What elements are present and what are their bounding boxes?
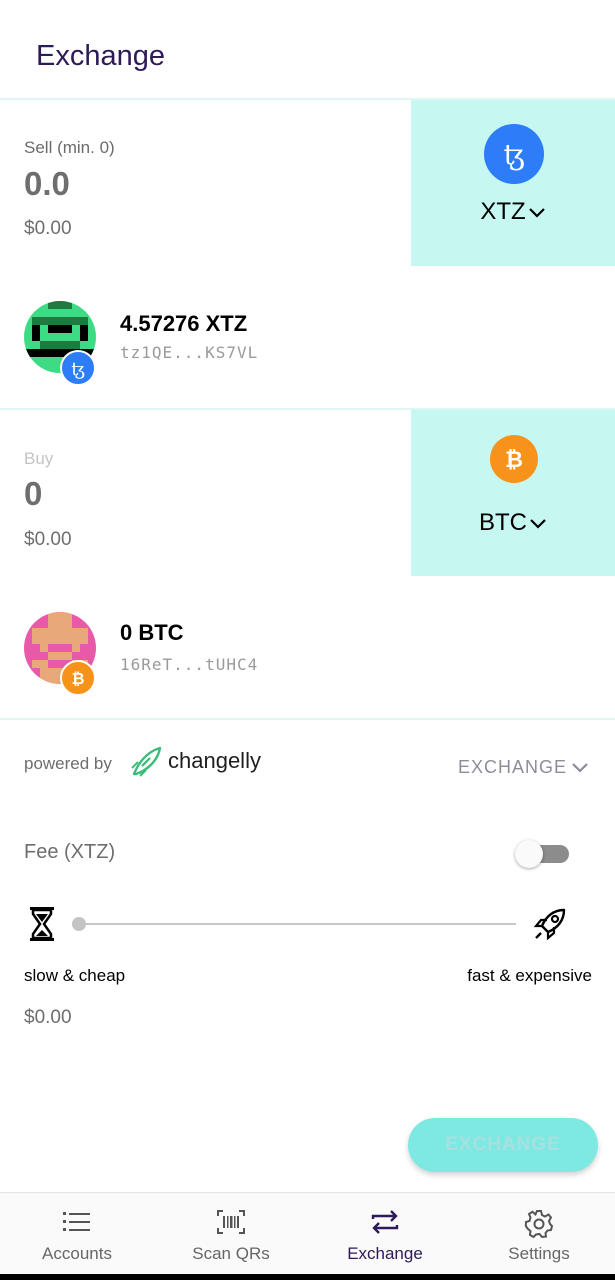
sell-amount-input[interactable]: 0.0 (24, 165, 70, 203)
hourglass-icon (30, 907, 54, 941)
rocket-icon (533, 908, 566, 941)
fee-label: Fee (XTZ) (24, 841, 116, 863)
fast-expensive-label: fast & expensive (467, 966, 592, 985)
tezos-badge-icon: ꜩ (60, 350, 96, 386)
sell-coin-selector[interactable]: ꜩ XTZ (411, 100, 615, 266)
buy-fiat-value: $0.00 (24, 529, 72, 550)
provider-select[interactable]: EXCHANGE (458, 757, 589, 778)
chevron-down-icon (528, 207, 545, 218)
nav-label-exchange: Exchange (347, 1244, 423, 1263)
changelly-name: changelly (168, 748, 261, 773)
sell-label: Sell (min. 0) (24, 138, 115, 157)
fee-toggle[interactable] (515, 838, 571, 868)
sell-coin-symbol: XTZ (480, 198, 526, 225)
sell-wallet-address: tz1QE...KS7VL (120, 343, 259, 362)
sell-fiat-value: $0.00 (24, 218, 72, 239)
svg-text:ꜩ: ꜩ (71, 359, 85, 379)
nav-item-accounts[interactable]: Accounts (0, 1193, 154, 1275)
nav-label-scan-qrs: Scan QRs (192, 1244, 270, 1263)
buy-amount-value: 0 (24, 475, 43, 512)
svg-text:₿: ₿ (71, 669, 84, 688)
toggle-thumb (515, 840, 543, 868)
tezos-icon: ꜩ (484, 124, 544, 184)
buy-coin-selector[interactable]: ₿ BTC (411, 410, 615, 576)
slider-track (80, 923, 516, 925)
powered-by-label: powered by (24, 754, 112, 773)
buy-wallet-address: 16ReT...tUHC4 (120, 655, 259, 674)
bitcoin-badge-icon: ₿ (60, 660, 96, 696)
chevron-down-icon (572, 762, 588, 773)
buy-coin-symbol: BTC (479, 509, 527, 536)
divider (0, 718, 615, 720)
barcode-icon (217, 1210, 245, 1234)
nav-label-accounts: Accounts (42, 1244, 112, 1263)
slider-thumb[interactable] (72, 917, 86, 931)
fee-slider[interactable] (72, 914, 516, 934)
buy-label: Buy (24, 449, 54, 468)
buy-wallet-balance: 0 BTC (120, 620, 184, 645)
bitcoin-icon: ₿ (490, 435, 538, 483)
fee-fiat-value: $0.00 (24, 1007, 72, 1028)
bottom-navigation: Accounts Scan QRs Exchange Settings (0, 1192, 615, 1274)
nav-item-exchange[interactable]: Exchange (308, 1193, 462, 1275)
changelly-rocket-icon (131, 746, 162, 777)
chevron-down-icon (530, 518, 546, 529)
nav-item-scan-qrs[interactable]: Scan QRs (154, 1193, 308, 1275)
provider-selected-value: EXCHANGE (457, 757, 567, 777)
svg-text:ꜩ: ꜩ (503, 138, 524, 171)
nav-label-settings: Settings (508, 1244, 570, 1263)
page-title: Exchange (36, 40, 165, 72)
system-bar (0, 1274, 615, 1280)
svg-text:₿: ₿ (505, 448, 523, 473)
swap-icon (371, 1210, 399, 1234)
gear-icon (524, 1210, 554, 1239)
nav-item-settings[interactable]: Settings (462, 1193, 615, 1275)
sell-wallet-balance: 4.57276 XTZ (120, 311, 248, 336)
changelly-logo: changelly (128, 744, 261, 778)
exchange-button[interactable]: EXCHANGE (408, 1118, 598, 1172)
slow-cheap-label: slow & cheap (24, 966, 126, 985)
list-icon (63, 1212, 90, 1231)
